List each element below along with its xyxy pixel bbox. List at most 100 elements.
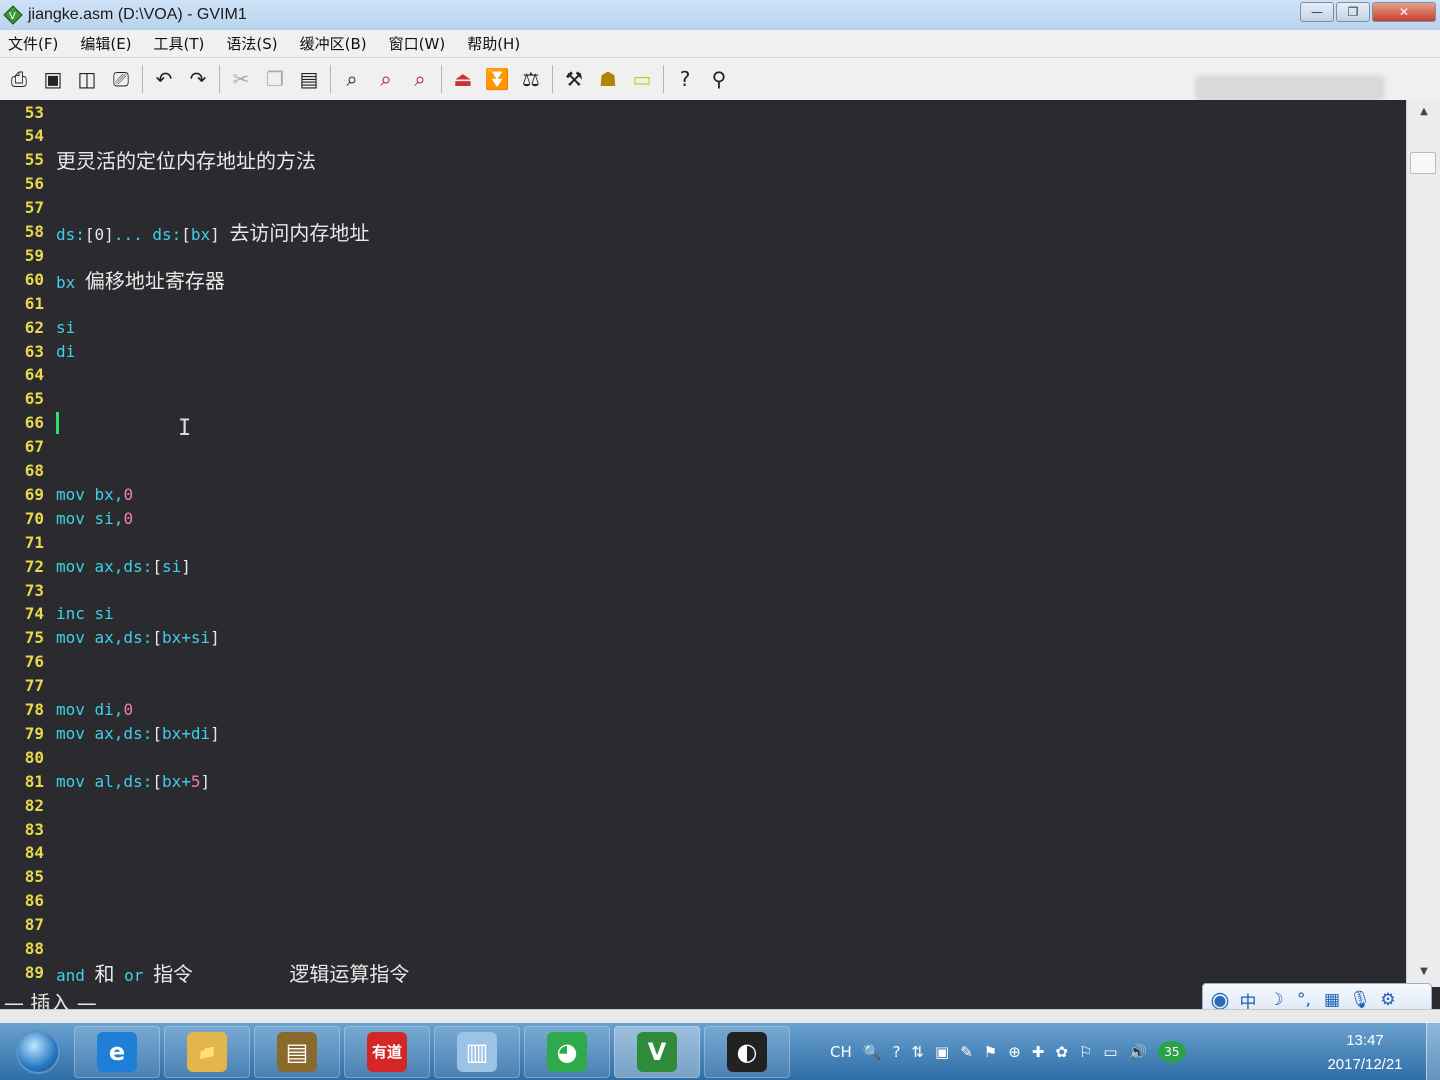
editor-line: 77: [0, 674, 1406, 698]
taskbar-apps: e 📁 ▤ 有道 ▥ ◕ V ◐: [70, 1025, 790, 1078]
find-icon[interactable]: ⌕: [337, 64, 367, 94]
code-token: bx+si: [161, 628, 211, 648]
menu-edit[interactable]: 编辑(E): [80, 33, 131, 54]
start-button[interactable]: [6, 1026, 70, 1078]
flag-tray-icon[interactable]: ⚑: [984, 1043, 997, 1061]
menu-buffers[interactable]: 缓冲区(B): [300, 33, 367, 54]
editor-line: 80: [0, 745, 1406, 769]
chinese-mode-icon[interactable]: 中: [1237, 989, 1259, 1013]
punctuation-icon[interactable]: °,: [1293, 989, 1315, 1011]
circle-app-icon[interactable]: ⊕: [1008, 1043, 1021, 1061]
save-session-icon[interactable]: ⏬: [482, 64, 512, 94]
redo-icon[interactable]: ↷: [183, 64, 213, 94]
line-code: and 和 or 指令 逻辑运算指令: [56, 958, 409, 987]
line-code: 更灵活的定位内存地址的方法: [56, 145, 316, 174]
display-icon[interactable]: ▭: [1103, 1043, 1117, 1061]
settings-icon[interactable]: ⚙: [1377, 989, 1399, 1011]
code-token: bx+: [161, 771, 191, 791]
taskbar-app-button[interactable]: 📁: [164, 1025, 250, 1078]
editor-line: 63 di: [0, 339, 1406, 363]
menu-syntax[interactable]: 语法(S): [226, 33, 277, 54]
tag-icon[interactable]: ▭: [627, 64, 657, 94]
code-token: 5: [190, 771, 201, 791]
line-number: 83: [24, 819, 44, 839]
shell-icon[interactable]: ☗: [593, 64, 623, 94]
print-icon[interactable]: ⎚: [106, 64, 136, 94]
cut-icon[interactable]: ✂: [226, 64, 256, 94]
network-sync-icon[interactable]: ⇅: [911, 1043, 924, 1061]
editor-line: 87: [0, 913, 1406, 937]
volume-icon[interactable]: 🔊: [1129, 1043, 1148, 1061]
taskbar-app-button[interactable]: V: [614, 1025, 700, 1078]
code-token: [: [152, 556, 162, 576]
load-session-icon[interactable]: ⏏: [448, 64, 478, 94]
copy-icon[interactable]: ❐: [260, 64, 290, 94]
gvim-app-icon[interactable]: V: [2, 4, 24, 26]
green-app-icon[interactable]: ▣: [935, 1043, 949, 1061]
minimize-button[interactable]: —: [1300, 2, 1334, 22]
editor-line: 67: [0, 435, 1406, 459]
code-token: ]: [210, 225, 220, 244]
code-token: ]: [210, 628, 220, 648]
pen-icon[interactable]: ✎: [960, 1043, 973, 1061]
editor-line: 62 si: [0, 315, 1406, 339]
menu-window[interactable]: 窗口(W): [389, 33, 446, 54]
comment-text: 去访问内存地址: [229, 221, 370, 245]
language-indicator[interactable]: CH: [830, 1043, 852, 1061]
editor-line: 66: [0, 411, 1406, 435]
window-controls: — ❐ ✕: [1300, 2, 1436, 22]
undo-icon[interactable]: ↶: [149, 64, 179, 94]
flower-app-icon[interactable]: ✿: [1055, 1043, 1068, 1061]
vertical-scrollbar[interactable]: ▲ ▼: [1406, 100, 1440, 987]
find-prev-icon[interactable]: ⌕: [405, 64, 435, 94]
action-center-icon[interactable]: ⚐: [1079, 1043, 1092, 1061]
window-title: jiangke.asm (D:\VOA) - GVIM1: [28, 6, 247, 23]
save-all-icon[interactable]: ◫: [72, 64, 102, 94]
code-token: mov bx,: [56, 484, 124, 504]
scroll-up-arrow-icon[interactable]: ▲: [1415, 106, 1433, 122]
save-icon[interactable]: ▣: [38, 64, 68, 94]
book-app-icon: ▤: [277, 1031, 317, 1072]
make-icon[interactable]: ⚒: [559, 64, 589, 94]
line-number: 79: [24, 723, 44, 743]
editor-area[interactable]: 53 54 55 更灵活的定位内存地址的方法 56 57 58 ds:[0]... ds:[b…: [0, 100, 1406, 987]
help-icon[interactable]: ?: [670, 64, 700, 94]
scrollbar-thumb[interactable]: [1410, 152, 1436, 174]
add-app-icon[interactable]: ✚: [1032, 1043, 1045, 1061]
help-tray-icon[interactable]: ?: [892, 1043, 900, 1061]
taskbar-app-button[interactable]: e: [74, 1025, 160, 1078]
search-tray-icon[interactable]: 🔍: [863, 1043, 882, 1061]
paste-icon[interactable]: ▤: [294, 64, 324, 94]
find-help-icon[interactable]: ⚲: [704, 64, 734, 94]
menu-help[interactable]: 帮助(H): [467, 33, 520, 54]
close-button[interactable]: ✕: [1372, 2, 1436, 22]
ie-icon: e: [97, 1031, 137, 1072]
code-token: bx: [190, 225, 211, 244]
code-token: mov al,ds:: [56, 771, 153, 791]
show-desktop-button[interactable]: [1426, 1023, 1440, 1080]
find-next-icon[interactable]: ⌕: [371, 64, 401, 94]
taskbar-app-button[interactable]: ◐: [704, 1025, 790, 1078]
run-script-icon[interactable]: ⚖: [516, 64, 546, 94]
taskbar-app-button[interactable]: ◕: [524, 1025, 610, 1078]
maximize-button[interactable]: ❐: [1336, 2, 1370, 22]
line-number: 60: [24, 269, 44, 289]
line-number: 55: [24, 150, 44, 170]
toolbar-separator: [552, 65, 553, 93]
menu-file[interactable]: 文件(F): [8, 33, 58, 54]
scroll-down-arrow-icon[interactable]: ▼: [1415, 966, 1433, 982]
half-width-icon[interactable]: ☽: [1265, 989, 1287, 1011]
ime-logo-icon[interactable]: ◉: [1209, 988, 1231, 1013]
editor-line: 61: [0, 291, 1406, 315]
taskbar-app-button[interactable]: 有道: [344, 1025, 430, 1078]
taskbar-app-button[interactable]: ▤: [254, 1025, 340, 1078]
badge-35-icon[interactable]: 35: [1158, 1040, 1186, 1063]
taskbar-app-button[interactable]: ▥: [434, 1025, 520, 1078]
microphone-icon[interactable]: 🎙: [1349, 989, 1371, 1011]
comment-text: 偏移地址寄存器: [84, 268, 225, 293]
keyboard-icon[interactable]: ▦: [1321, 989, 1343, 1011]
line-number: 84: [24, 843, 44, 863]
open-icon[interactable]: ⎙: [4, 64, 34, 94]
menu-tools[interactable]: 工具(T): [154, 33, 205, 54]
clock[interactable]: 13:47 2017/12/21: [1310, 1029, 1420, 1077]
